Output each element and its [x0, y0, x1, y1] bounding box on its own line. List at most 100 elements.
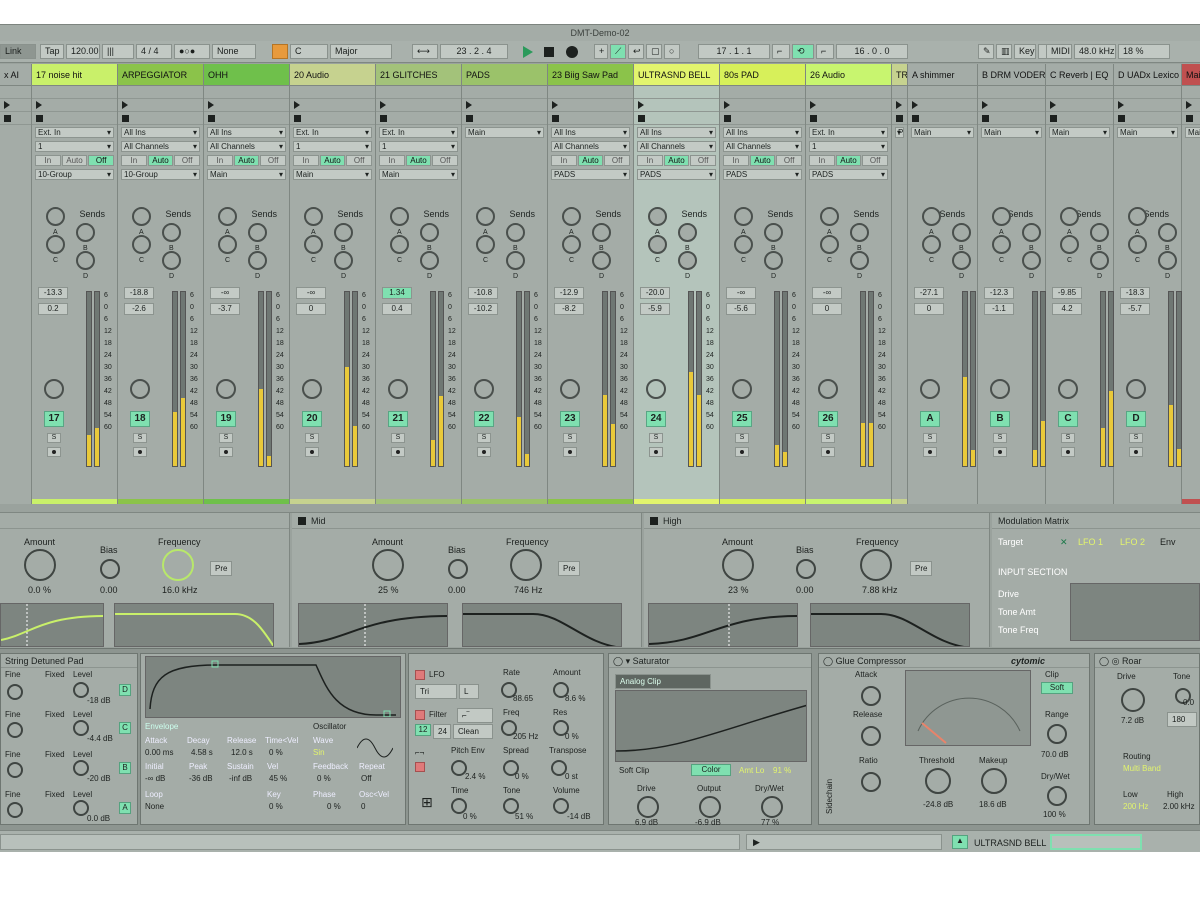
track-activator[interactable]: 24 [646, 411, 666, 427]
track-name[interactable]: 17 noise hit [32, 64, 117, 86]
link-button[interactable]: Link [0, 44, 36, 59]
solo-button[interactable]: S [993, 433, 1007, 443]
send-knob[interactable]: D [592, 251, 611, 280]
attack-knob[interactable] [861, 686, 881, 706]
volume-display[interactable]: -10.8 [468, 287, 498, 299]
send-knob[interactable]: D [1158, 251, 1177, 280]
pan-knob[interactable] [216, 379, 236, 399]
clip-slot[interactable] [32, 86, 117, 99]
follow-icon[interactable]: ⟷ [412, 44, 438, 59]
send-knob[interactable]: B [162, 223, 181, 252]
automation-arm-icon[interactable]: ⟋ [610, 44, 626, 59]
track-name[interactable]: ARPEGGIATOR [118, 64, 203, 86]
monitor-switch[interactable]: In Auto Off [723, 155, 803, 166]
slope-12-button[interactable]: 12 [415, 724, 431, 736]
low-value[interactable]: 200 Hz [1123, 802, 1148, 811]
send-knob[interactable]: B [506, 223, 525, 252]
send-knob[interactable]: A [562, 207, 581, 236]
send-knob[interactable]: A [304, 207, 323, 236]
tone-frequency-field[interactable]: 180 [1167, 712, 1197, 727]
fine-knob[interactable] [7, 762, 23, 778]
drive-knob[interactable] [1121, 688, 1145, 712]
clip-slot[interactable] [118, 99, 203, 112]
volume-display[interactable]: -∞ [210, 287, 240, 299]
release-knob[interactable] [861, 726, 881, 746]
lfo1-column[interactable]: LFO 1 [1078, 537, 1103, 547]
monitor-in[interactable]: In [207, 155, 233, 166]
tone-freq-row[interactable]: Tone Freq [998, 625, 1039, 635]
send-knob[interactable]: B [76, 223, 95, 252]
monitor-switch[interactable]: In Auto Off [551, 155, 631, 166]
frequency-knob[interactable] [860, 549, 892, 581]
bias-knob[interactable] [796, 559, 816, 579]
clip-slot[interactable] [720, 99, 805, 112]
send-knob[interactable]: D [850, 251, 869, 280]
drive-row[interactable]: Drive [998, 589, 1019, 599]
clip-slot[interactable] [1046, 86, 1113, 99]
send-knob[interactable]: A [390, 207, 409, 236]
send-knob[interactable]: A [820, 207, 839, 236]
volume-display[interactable]: -12.3 [984, 287, 1014, 299]
arm-button[interactable] [735, 447, 749, 457]
track-activator[interactable]: A [920, 411, 940, 427]
input-channel-dropdown[interactable]: All Channels [121, 141, 200, 152]
track-name[interactable]: 23 Biig Saw Pad [548, 64, 633, 86]
clip-slot[interactable] [892, 99, 907, 112]
track-activator[interactable]: 26 [818, 411, 838, 427]
output-dropdown[interactable]: PA [895, 127, 904, 138]
output-dropdown[interactable]: Main [1117, 127, 1178, 138]
send-knob[interactable]: D [764, 251, 783, 280]
loop-switch-icon[interactable]: ⟲ [792, 44, 814, 59]
arm-button[interactable] [391, 447, 405, 457]
record-dots-icon[interactable]: ●○● [174, 44, 210, 59]
pan-display[interactable]: -10.2 [468, 303, 498, 315]
quantize-dropdown[interactable]: None [212, 44, 256, 59]
solo-button[interactable]: S [735, 433, 749, 443]
env-column[interactable]: Env [1160, 537, 1176, 547]
volume-display[interactable]: -∞ [812, 287, 842, 299]
repeat-dropdown[interactable]: Off [361, 774, 372, 783]
monitor-switch[interactable]: In Auto Off [207, 155, 287, 166]
filter-type-dropdown[interactable]: ⌐‾ [457, 708, 493, 723]
sidechain-label[interactable]: Sidechain [825, 779, 834, 814]
clip-stop-slot[interactable] [118, 112, 203, 125]
send-knob[interactable]: D [420, 251, 439, 280]
pan-display[interactable]: 0.2 [38, 303, 68, 315]
output-dropdown[interactable]: Main [911, 127, 974, 138]
track-activator[interactable]: 23 [560, 411, 580, 427]
output-dropdown[interactable]: 10-Group [121, 169, 200, 180]
send-knob[interactable]: B [592, 223, 611, 252]
output-dropdown[interactable]: Main [379, 169, 458, 180]
clip-slot[interactable] [1046, 99, 1113, 112]
monitor-off[interactable]: Off [174, 155, 201, 166]
monitor-in[interactable]: In [121, 155, 147, 166]
send-knob[interactable]: D [1022, 251, 1041, 280]
midi-map-button[interactable]: MIDI [1046, 44, 1072, 59]
play-button[interactable] [523, 46, 533, 58]
matrix-grid[interactable] [1070, 583, 1200, 641]
range-knob[interactable] [1047, 724, 1067, 744]
clip-slot[interactable] [634, 99, 719, 112]
scale-dropdown[interactable]: Major [330, 44, 392, 59]
pan-display[interactable]: -1.1 [984, 303, 1014, 315]
input-type-dropdown[interactable]: Ext. In [379, 127, 458, 138]
send-knob[interactable]: D [952, 251, 971, 280]
clip-slot[interactable] [118, 86, 203, 99]
pre-button[interactable]: Pre [210, 561, 232, 576]
clip-slot[interactable] [720, 86, 805, 99]
drywet-knob[interactable] [1047, 786, 1067, 806]
clip-stop-slot[interactable] [1182, 112, 1200, 125]
input-type-dropdown[interactable]: Ext. In [809, 127, 888, 138]
output-knob[interactable] [699, 796, 721, 818]
clip-slot[interactable] [32, 99, 117, 112]
send-knob[interactable]: C [46, 235, 65, 264]
oscvel-value[interactable]: 0 [361, 802, 365, 811]
monitor-in[interactable]: In [551, 155, 577, 166]
monitor-in[interactable]: In [809, 155, 835, 166]
record-button[interactable] [566, 46, 578, 58]
clip-stop-slot[interactable] [978, 112, 1045, 125]
tap-button[interactable]: Tap [40, 44, 64, 59]
input-type-dropdown[interactable]: All Ins [551, 127, 630, 138]
capture-icon[interactable]: ▢ [646, 44, 662, 59]
send-knob[interactable]: B [420, 223, 439, 252]
